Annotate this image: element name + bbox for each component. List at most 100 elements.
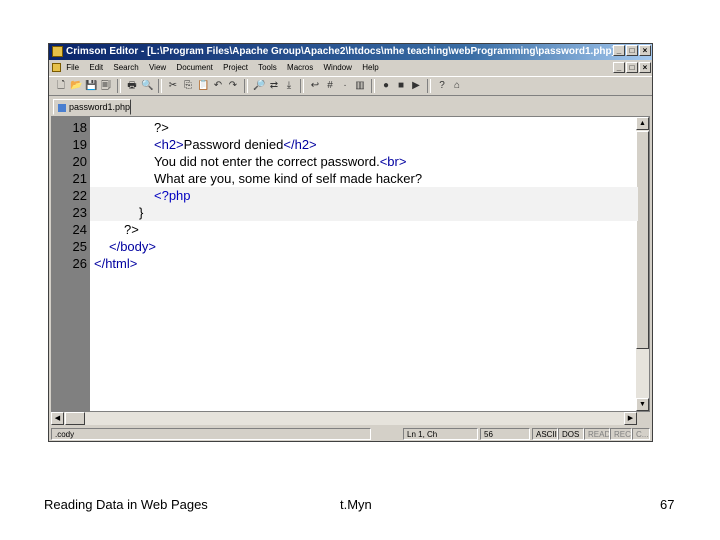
tab-bar: password1.php — [49, 97, 652, 115]
tab-password1[interactable]: password1.php — [53, 99, 131, 115]
code-token: } — [139, 205, 144, 220]
toolbar-separator — [158, 79, 162, 93]
status-rec: REC — [610, 428, 632, 440]
menu-macros[interactable]: Macros — [287, 63, 313, 72]
horizontal-scroll-thumb[interactable] — [65, 412, 85, 425]
php-file-icon — [58, 103, 66, 112]
footer-title: Reading Data in Web Pages — [44, 497, 208, 512]
code-line: 26 </html> — [52, 255, 649, 272]
doc-minimize-button[interactable]: _ — [613, 62, 625, 73]
line-number: 21 — [72, 171, 87, 186]
status-col-mode: C... — [632, 428, 650, 440]
new-file-icon[interactable]: 🗋 — [55, 80, 67, 92]
code-text: </body> — [109, 238, 156, 255]
code-line: 24 ?> — [52, 221, 649, 238]
code-text: <?php — [154, 187, 191, 204]
toolbar-separator — [300, 79, 304, 93]
scroll-left-icon[interactable]: ◀ — [51, 412, 64, 425]
code-text: What are you, some kind of self made hac… — [154, 170, 422, 187]
open-icon[interactable]: 📂 — [70, 80, 82, 92]
home-icon[interactable]: ⌂ — [451, 80, 463, 92]
print-preview-icon[interactable]: 🔍 — [141, 80, 153, 92]
toolbar: 🗋 📂 💾 🗐 🖶 🔍 ✂ ⎘ 📋 ↶ ↷ 🔎 ⇄ ⤓ ↩ # · ▥ ● ■ ▶? ⌂ — [49, 76, 652, 96]
cut-icon[interactable]: ✂ — [167, 80, 179, 92]
line-number: 18 — [72, 120, 87, 135]
code-line: 21 What are you, some kind of self made h… — [52, 170, 649, 187]
code-line: 25 </body> — [52, 238, 649, 255]
code-editor[interactable]: ▲ ▼ 18 ?> 19 <h2>Password denied</h2> 20 You … — [51, 116, 650, 412]
spaces-icon[interactable]: · — [339, 80, 351, 92]
menu-window[interactable]: Window — [324, 63, 352, 72]
line-number: 22 — [72, 188, 87, 203]
code-line: 23} — [52, 204, 649, 221]
code-token: <?php — [154, 188, 191, 203]
code-token: ?> — [124, 222, 139, 237]
tab-label: password1.php — [69, 102, 131, 112]
code-text: You did not enter the correct password.<… — [154, 153, 406, 170]
menu-edit[interactable]: Edit — [89, 63, 103, 72]
menu-view[interactable]: View — [149, 63, 166, 72]
menu-help[interactable]: Help — [362, 63, 378, 72]
goto-icon[interactable]: ⤓ — [283, 80, 295, 92]
status-line-ending: DOS — [558, 428, 584, 440]
code-text: <h2>Password denied</h2> — [154, 136, 317, 153]
toolbar-separator — [244, 79, 248, 93]
doc-maximize-button[interactable]: □ — [626, 62, 638, 73]
code-text: ?> — [154, 119, 169, 136]
status-encoding: ASCII — [532, 428, 558, 440]
menu-search[interactable]: Search — [113, 63, 138, 72]
undo-icon[interactable]: ↶ — [212, 80, 224, 92]
word-wrap-icon[interactable]: ↩ — [309, 80, 321, 92]
save-all-icon[interactable]: 🗐 — [100, 80, 112, 92]
menu-tools[interactable]: Tools — [258, 63, 277, 72]
help-icon[interactable]: ? — [436, 80, 448, 92]
line-number: 19 — [72, 137, 87, 152]
save-icon[interactable]: 💾 — [85, 80, 97, 92]
menu-document[interactable]: Document — [176, 63, 212, 72]
copy-icon[interactable]: ⎘ — [182, 80, 194, 92]
status-bar: .cody Ln 1, Ch 56 ASCII DOS READ REC C..… — [49, 427, 652, 441]
find-icon[interactable]: 🔎 — [253, 80, 265, 92]
status-position: Ln 1, Ch — [403, 428, 478, 440]
stop-icon[interactable]: ■ — [395, 80, 407, 92]
code-token: </html> — [94, 256, 138, 271]
doc-close-button[interactable]: × — [639, 62, 651, 73]
status-column: 56 — [480, 428, 530, 440]
code-text: } — [139, 204, 143, 221]
maximize-button[interactable]: □ — [626, 45, 638, 56]
code-text: ?> — [124, 221, 139, 238]
print-icon[interactable]: 🖶 — [126, 80, 138, 92]
code-token: <h2> — [154, 137, 184, 152]
editor-window: Crimson Editor - [L:\Program Files\Apach… — [48, 43, 653, 442]
redo-icon[interactable]: ↷ — [227, 80, 239, 92]
menu-file[interactable]: File — [66, 63, 79, 72]
code-token: ?> — [154, 120, 169, 135]
code-token: You did not enter the correct password. — [154, 154, 380, 169]
title-bar: Crimson Editor - [L:\Program Files\Apach… — [49, 44, 652, 60]
line-numbers-icon[interactable]: # — [324, 80, 336, 92]
column-icon[interactable]: ▥ — [354, 80, 366, 92]
code-token: What are you, some kind of self made hac… — [154, 171, 423, 186]
replace-icon[interactable]: ⇄ — [268, 80, 280, 92]
play-icon[interactable]: ▶ — [410, 80, 422, 92]
record-macro-icon[interactable]: ● — [380, 80, 392, 92]
toolbar-separator — [371, 79, 375, 93]
close-button[interactable]: × — [639, 45, 651, 56]
horizontal-scrollbar[interactable]: ◀ ▶ — [51, 412, 637, 425]
minimize-button[interactable]: _ — [613, 45, 625, 56]
line-number: 25 — [72, 239, 87, 254]
toolbar-separator — [117, 79, 121, 93]
menu-bar: File Edit Search View Document Project T… — [49, 61, 652, 75]
document-icon — [52, 63, 61, 72]
code-token: Password denied — [183, 137, 284, 152]
menu-project[interactable]: Project — [223, 63, 248, 72]
line-number: 26 — [72, 256, 87, 271]
app-icon — [52, 46, 63, 57]
line-number: 24 — [72, 222, 87, 237]
scroll-down-icon[interactable]: ▼ — [636, 398, 649, 411]
paste-icon[interactable]: 📋 — [197, 80, 209, 92]
scroll-right-icon[interactable]: ▶ — [624, 412, 637, 425]
code-line: 18 ?> — [52, 119, 649, 136]
status-message: .cody — [51, 428, 371, 440]
window-title: Crimson Editor - [L:\Program Files\Apach… — [66, 46, 615, 57]
